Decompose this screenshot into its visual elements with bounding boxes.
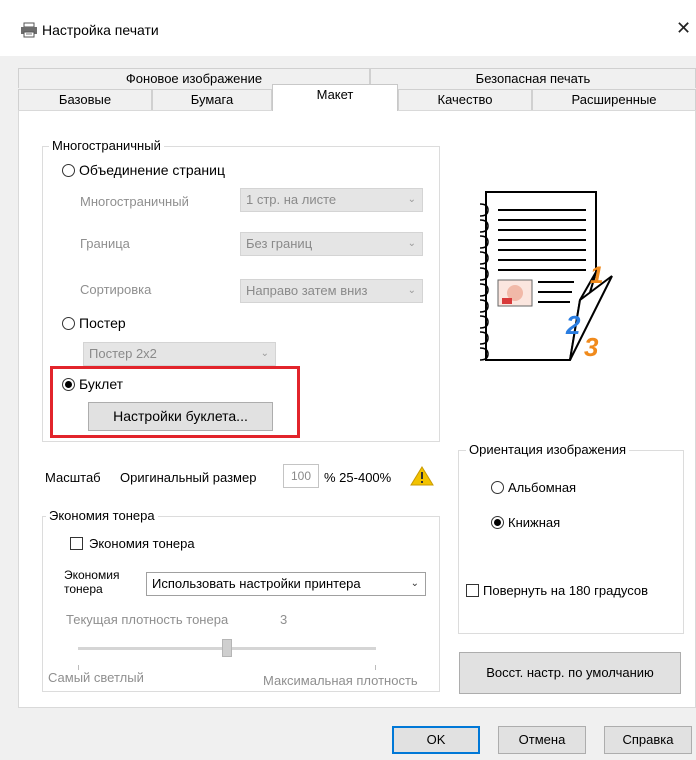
landscape-radio[interactable] [491,481,504,494]
tab-basic[interactable]: Базовые [18,89,152,110]
toner-density-value: 3 [280,612,288,627]
order-value: Направо затем вниз [246,283,368,298]
toner-mode-select[interactable]: Использовать настройки принтера ⌄ [146,572,426,596]
warning-icon [410,466,434,486]
booklet-preview-image [479,191,613,361]
landscape-label: Альбомная [508,480,577,495]
tab-paper[interactable]: Бумага [152,89,272,110]
cancel-button[interactable]: Отмена [498,726,586,754]
close-button[interactable]: ✕ [676,18,696,40]
poster-select[interactable]: Постер 2x2 ⌄ [83,342,276,366]
page-number-3: 3 [584,332,599,362]
border-label: Граница [80,236,130,251]
tab-layout[interactable]: Макет [272,84,398,111]
toner-select-label-line2: тонера [64,582,103,596]
chevron-down-icon: ⌄ [410,578,419,589]
portrait-radio[interactable] [491,516,504,529]
booklet-label: Буклет [79,376,124,392]
toner-select-label-line1: Экономия [64,568,120,582]
multipage-group-label: Многостраничный [49,138,164,153]
portrait-label: Книжная [508,515,561,530]
border-select[interactable]: Без границ ⌄ [240,232,423,256]
tab-secure-print[interactable]: Безопасная печать [370,68,696,88]
poster-label: Постер [79,315,126,331]
slider-max-label: Максимальная плотность [263,673,418,688]
booklet-settings-button[interactable]: Настройки буклета... [88,402,273,431]
toner-slider-thumb[interactable] [222,639,232,657]
rotate-180-label: Повернуть на 180 градусов [483,583,649,598]
orientation-group-label: Ориентация изображения [466,442,630,457]
toner-select-label: Экономия тонера [64,568,119,596]
help-button[interactable]: Справка [604,726,692,754]
border-value: Без границ [246,236,313,251]
scale-input[interactable]: 100 [283,464,319,488]
chevron-down-icon: ⌄ [407,194,416,205]
window-title: Настройка печати [42,22,159,38]
pages-per-sheet-value: 1 стр. на листе [246,192,337,207]
order-label: Сортировка [80,282,152,297]
slider-min-label: Самый светлый [48,670,144,685]
rotate-180-checkbox[interactable] [466,584,479,597]
poster-value: Постер 2x2 [89,346,157,361]
tab-quality[interactable]: Качество [398,89,532,110]
combine-pages-radio[interactable] [62,164,75,177]
toner-density-label: Текущая плотность тонера [66,612,229,627]
toner-save-checkbox-label: Экономия тонера [89,536,195,551]
pages-per-sheet-select[interactable]: 1 стр. на листе ⌄ [240,188,423,212]
ok-button[interactable]: OK [392,726,480,754]
scale-range: % 25-400% [324,470,392,485]
title-bar: Настройка печати ✕ [0,0,696,56]
page-number-2: 2 [566,310,581,340]
order-select[interactable]: Направо затем вниз ⌄ [240,279,423,303]
chevron-down-icon: ⌄ [260,348,269,359]
booklet-radio[interactable] [62,378,75,391]
chevron-down-icon: ⌄ [407,238,416,249]
toner-save-checkbox[interactable] [70,537,83,550]
poster-radio[interactable] [62,317,75,330]
printer-icon [21,22,37,38]
scale-label: Масштаб [45,470,101,485]
page-number-1: 1 [590,262,604,289]
orientation-group [458,450,684,634]
pages-per-sheet-label: Многостраничный [80,194,189,209]
toner-mode-value: Использовать настройки принтера [152,576,361,591]
toner-group-label: Экономия тонера [46,508,158,523]
slider-tick-max [375,665,376,670]
restore-defaults-button[interactable]: Восст. настр. по умолчанию [459,652,681,694]
scale-mode: Оригинальный размер [120,470,257,485]
combine-pages-label: Объединение страниц [79,162,225,178]
tab-advanced[interactable]: Расширенные [532,89,696,110]
chevron-down-icon: ⌄ [407,285,416,296]
